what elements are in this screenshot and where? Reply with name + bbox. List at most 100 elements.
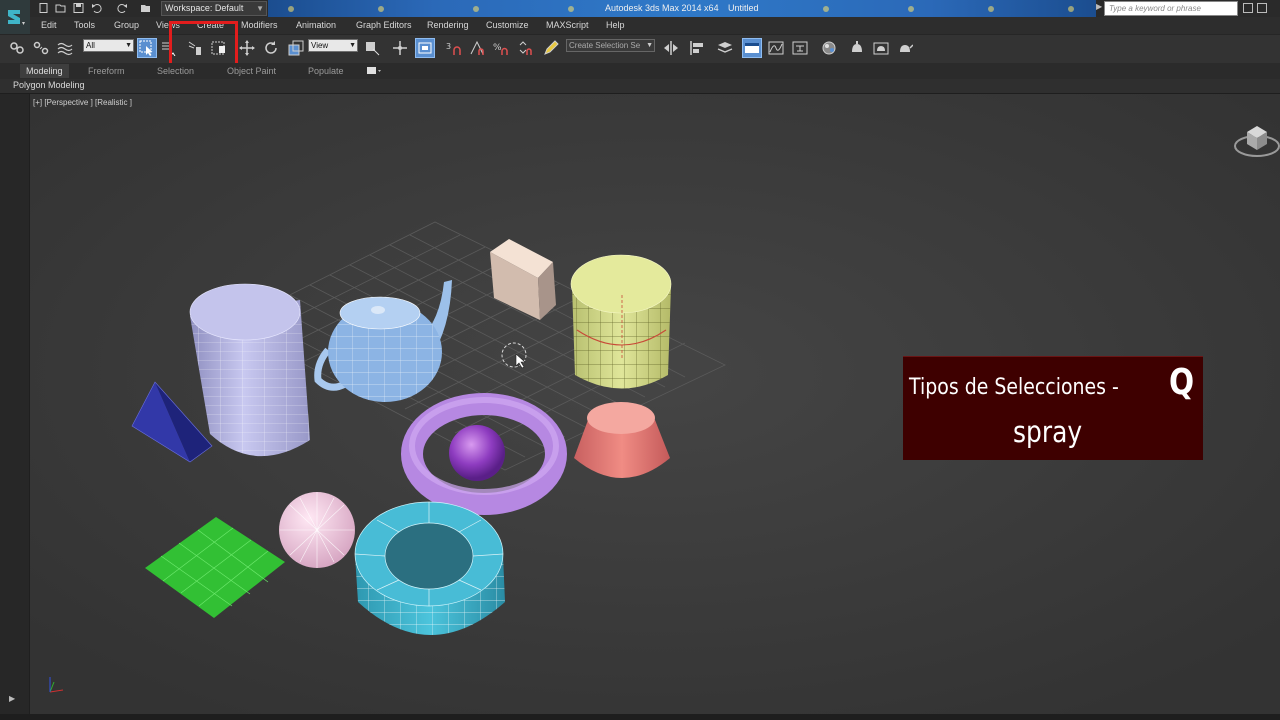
save-icon[interactable] (73, 3, 84, 13)
title-strip-decoration (1068, 6, 1074, 12)
named-selection-value: Create Selection Se (569, 41, 641, 50)
title-strip-decoration (378, 6, 384, 12)
align-icon (690, 41, 703, 55)
axis-tripod-icon (49, 677, 64, 693)
manipulate-icon (393, 41, 407, 55)
percent-snap-toggle[interactable]: % (491, 38, 511, 58)
tab-object-paint[interactable]: Object Paint (227, 66, 276, 76)
menu-tools[interactable]: Tools (74, 20, 95, 30)
rotate-icon (265, 41, 277, 54)
render-setup-tool[interactable] (847, 38, 867, 58)
menu-animation[interactable]: Animation (296, 20, 336, 30)
select-and-scale-tool[interactable] (286, 38, 306, 58)
curve-editor-tool[interactable] (766, 38, 786, 58)
new-file-icon[interactable] (38, 3, 49, 13)
svg-text:3: 3 (446, 42, 451, 51)
spinner-snap-toggle[interactable] (515, 38, 535, 58)
title-strip-decoration (908, 6, 914, 12)
selection-filter-dropdown[interactable]: All ▼ (83, 39, 134, 52)
yellow-cylinder-object[interactable] (570, 254, 672, 389)
viewport-left-rail (0, 94, 30, 714)
select-object-tool[interactable] (137, 38, 157, 58)
status-bar (0, 714, 1280, 720)
sphere-object[interactable] (449, 425, 505, 481)
search-input[interactable]: Type a keyword or phrase (1104, 1, 1238, 16)
schematic-view-tool[interactable] (790, 38, 810, 58)
render-production-tool[interactable] (895, 38, 915, 58)
title-strip-decoration (988, 6, 994, 12)
title-strip-decoration (823, 6, 829, 12)
snap-3d-icon: 3 (446, 42, 461, 55)
percent-snap-icon: % (493, 43, 508, 55)
tab-selection[interactable]: Selection (157, 66, 194, 76)
title-strip-decoration (288, 6, 294, 12)
select-and-rotate-tool[interactable] (261, 38, 281, 58)
search-placeholder: Type a keyword or phrase (1109, 4, 1201, 13)
title-strip-decoration (473, 6, 479, 12)
menu-rendering[interactable]: Rendering (427, 20, 469, 30)
help-icon[interactable] (1257, 3, 1267, 13)
frame-window-icon (873, 42, 889, 55)
app-logo-icon[interactable] (0, 0, 30, 34)
pivot-center-tool[interactable] (362, 38, 382, 58)
align-tool[interactable] (687, 38, 707, 58)
caption-overlay: Tipos de Selecciones - Q spray (903, 356, 1203, 460)
layers-icon (717, 42, 733, 53)
pencil-icon (544, 40, 559, 55)
scene-explorer-tool[interactable] (715, 38, 735, 58)
menu-help[interactable]: Help (606, 20, 625, 30)
viewport-label[interactable]: [+] [Perspective ] [Realistic ] (33, 98, 132, 107)
menu-group[interactable]: Group (114, 20, 139, 30)
material-editor-icon (822, 41, 836, 55)
menu-maxscript[interactable]: MAXScript (546, 20, 589, 30)
link-icon (10, 42, 24, 54)
title-bar: Workspace: Default ▼ Autodesk 3ds Max 20… (0, 0, 1280, 34)
chevron-down-icon: ▼ (256, 4, 264, 13)
mirror-tool[interactable] (661, 38, 681, 58)
undo-icon[interactable] (91, 3, 102, 13)
unlink-tool[interactable] (31, 38, 51, 58)
material-editor-tool[interactable] (819, 38, 839, 58)
geosphere-object[interactable] (279, 492, 355, 568)
move-icon (239, 40, 255, 56)
space-warp-icon (57, 42, 73, 56)
ribbon-options-icon[interactable] (367, 66, 381, 75)
bind-space-warp-tool[interactable] (55, 38, 75, 58)
project-folder-icon[interactable] (140, 3, 151, 13)
named-selection-dropdown[interactable]: Create Selection Se ▼ (566, 39, 655, 52)
title-strip-decoration (568, 6, 574, 12)
schematic-icon (792, 41, 808, 55)
select-and-link-tool[interactable] (7, 38, 27, 58)
binoculars-icon[interactable] (1243, 3, 1253, 13)
menu-customize[interactable]: Customize (486, 20, 529, 30)
select-and-move-tool[interactable] (237, 38, 257, 58)
workspace-dropdown[interactable]: Workspace: Default ▼ (161, 1, 267, 16)
unlink-icon (33, 41, 49, 55)
polygon-modeling-panel[interactable]: Polygon Modeling (13, 80, 85, 90)
tab-freeform[interactable]: Freeform (88, 66, 125, 76)
viewcube-icon[interactable] (1230, 118, 1280, 168)
title-strip: Autodesk 3ds Max 2014 x64 Untitled (268, 0, 1096, 17)
menu-edit[interactable]: Edit (41, 20, 57, 30)
menu-modifiers[interactable]: Modifiers (241, 20, 278, 30)
reference-coordinate-dropdown[interactable]: View ▼ (308, 39, 358, 52)
search-expand-icon[interactable]: ▶ (1096, 2, 1102, 11)
keyboard-icon (418, 42, 432, 54)
teapot-render-icon (900, 44, 913, 52)
keyboard-shortcut-toggle[interactable] (415, 38, 435, 58)
tube-object[interactable] (354, 501, 505, 635)
open-file-icon[interactable] (55, 3, 66, 13)
play-icon[interactable]: ▶ (9, 694, 15, 703)
snap-toggle[interactable]: 3 (443, 38, 463, 58)
angle-snap-toggle[interactable] (467, 38, 487, 58)
redo-icon[interactable] (117, 3, 128, 13)
rendered-frame-window-tool[interactable] (871, 38, 891, 58)
manipulate-tool[interactable] (390, 38, 410, 58)
workspace-value: Workspace: Default (165, 3, 244, 13)
tab-populate[interactable]: Populate (308, 66, 344, 76)
tab-modeling[interactable]: Modeling (20, 64, 69, 78)
toggle-ribbon-tool[interactable] (742, 38, 762, 58)
edit-named-selection-tool[interactable] (541, 38, 561, 58)
menu-graph-editors[interactable]: Graph Editors (356, 20, 412, 30)
chevron-down-icon: ▼ (646, 42, 653, 49)
